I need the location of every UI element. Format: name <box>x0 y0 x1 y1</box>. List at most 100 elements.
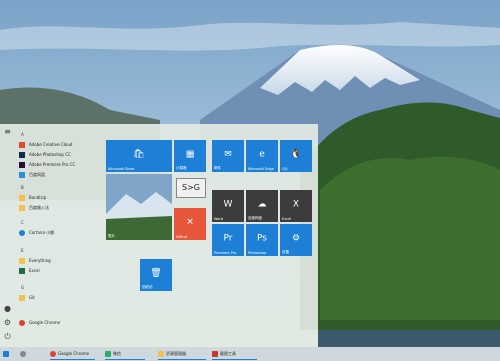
tile-label: Word <box>214 217 223 221</box>
adobe-icon <box>19 142 25 148</box>
user-icon[interactable]: ● <box>3 304 12 313</box>
tile-store[interactable]: 🛍 Microsoft Store <box>106 140 172 172</box>
excel-icon: X <box>292 199 300 210</box>
app-item[interactable]: Adobe Photoshop CC <box>16 150 102 160</box>
tile-label: Photoshop <box>248 251 267 255</box>
tile-settings[interactable]: ⚙ 设置 <box>280 224 312 256</box>
tile-baidu-netdisk[interactable]: ☁ 百度网盘 <box>246 190 278 222</box>
settings-icon[interactable]: ⚙ <box>3 318 12 327</box>
tile-sg[interactable]: S>G <box>174 174 206 206</box>
tile-label: Excel <box>282 217 292 221</box>
taskbar-chrome[interactable]: Google Chrome <box>50 349 95 360</box>
app-label: Bandizip <box>29 195 47 200</box>
search-icon <box>20 351 26 357</box>
hamburger-icon[interactable]: ≡ <box>3 127 12 136</box>
taskbar-label: 截图工具 <box>220 351 236 356</box>
photoshop-icon <box>19 152 25 158</box>
start-menu: ≡ ● ⚙ ⏻ A Adobe Creative Cloud Adobe Pho… <box>0 124 318 347</box>
tile-label: 邮件 <box>214 166 221 170</box>
tile-mail[interactable]: ✉ 邮件 <box>212 140 244 172</box>
tile-word[interactable]: W Word <box>212 190 244 222</box>
folder-icon <box>19 295 25 301</box>
letter-header[interactable]: C <box>21 220 24 225</box>
app-item[interactable]: Bandizip <box>16 193 102 203</box>
app-item[interactable]: Git <box>16 293 102 303</box>
power-icon[interactable]: ⏻ <box>3 332 12 341</box>
chrome-icon <box>19 320 25 326</box>
taskbar-wechat[interactable]: 微信 <box>105 349 145 360</box>
tile-label: 设置 <box>282 250 289 254</box>
letter-header[interactable]: E <box>21 248 24 253</box>
premiere-icon: Pr <box>223 233 233 244</box>
folder-icon <box>19 195 25 201</box>
edge-icon: e <box>259 149 265 160</box>
search-icon <box>19 258 25 264</box>
app-item[interactable]: Adobe Premiere Pro CC <box>16 160 102 170</box>
taskbar-snip[interactable]: 截图工具 <box>212 349 257 360</box>
recycle-bin-icon: 🗑 <box>150 268 162 279</box>
app-item[interactable]: Cortana 小娜 <box>16 228 102 238</box>
tile-label: Microsoft Edge <box>248 167 274 171</box>
app-label: 百度网盘 <box>29 172 45 177</box>
app-item[interactable]: 百度输入法 <box>16 203 102 213</box>
store-icon: 🛍 <box>133 149 145 160</box>
tile-label: XMind <box>176 235 187 239</box>
tile-label: 计算器 <box>176 166 187 170</box>
xmind-icon: ✕ <box>186 217 194 228</box>
letter-header[interactable]: G <box>21 285 24 290</box>
app-label: Git <box>29 295 35 300</box>
start-rail: ≡ ● ⚙ ⏻ <box>0 124 15 347</box>
taskbar-label: 微信 <box>113 351 121 356</box>
excel-icon <box>19 268 25 274</box>
photoshop-icon: Ps <box>257 233 267 244</box>
cortana-icon <box>19 230 25 236</box>
cloud-icon <box>19 172 25 178</box>
app-item[interactable]: Adobe Creative Cloud <box>16 140 102 150</box>
taskbar-label: 资源管理器 <box>166 351 186 356</box>
folder-icon <box>158 351 164 357</box>
tile-label: Premiere Pro <box>214 251 237 255</box>
taskbar-label: Google Chrome <box>58 351 90 356</box>
app-item[interactable]: Excel <box>16 266 102 276</box>
tile-label: 百度网盘 <box>248 216 262 220</box>
tile-label: 照片 <box>108 234 115 238</box>
app-label: Adobe Creative Cloud <box>29 142 73 147</box>
tile-label: 回收站 <box>142 285 153 289</box>
taskbar-explorer[interactable]: 资源管理器 <box>158 349 206 360</box>
folder-icon <box>19 205 25 211</box>
app-item[interactable]: Google Chrome <box>16 318 102 328</box>
windows-icon <box>3 351 9 357</box>
letter-header[interactable]: B <box>21 185 24 190</box>
tile-recycle-bin[interactable]: 🗑 回收站 <box>140 259 172 291</box>
app-label: Adobe Photoshop CC <box>29 152 71 157</box>
tile-premiere[interactable]: Pr Premiere Pro <box>212 224 244 256</box>
premiere-icon <box>19 162 25 168</box>
tile-qq[interactable]: 🐧 QQ <box>280 140 312 172</box>
word-icon: W <box>223 199 233 210</box>
snip-icon <box>212 351 218 357</box>
tile-photos[interactable]: 照片 <box>106 174 172 240</box>
tile-excel[interactable]: X Excel <box>280 190 312 222</box>
tile-photoshop[interactable]: Ps Photoshop <box>246 224 278 256</box>
qq-icon: 🐧 <box>290 149 302 160</box>
chrome-icon <box>50 351 56 357</box>
sg-icon: S>G <box>176 178 206 198</box>
app-label: Everything <box>29 258 51 263</box>
app-label: Excel <box>29 268 40 273</box>
settings-icon: ⚙ <box>291 233 301 244</box>
tile-calculator[interactable]: ▦ 计算器 <box>174 140 206 172</box>
wechat-icon <box>105 351 111 357</box>
letter-header[interactable]: A <box>21 132 24 137</box>
app-item[interactable]: Everything <box>16 256 102 266</box>
app-item[interactable]: 百度网盘 <box>16 170 102 180</box>
tile-xmind[interactable]: ✕ XMind <box>174 208 206 240</box>
taskbar-search[interactable] <box>20 349 28 359</box>
tile-label: QQ <box>282 167 288 171</box>
app-label: Adobe Premiere Pro CC <box>29 162 76 167</box>
start-button[interactable] <box>3 349 11 359</box>
cloud-icon: ☁ <box>257 199 267 210</box>
calculator-icon: ▦ <box>185 149 195 160</box>
app-label: Google Chrome <box>29 320 61 325</box>
tile-edge[interactable]: e Microsoft Edge <box>246 140 278 172</box>
photos-icon <box>106 174 172 240</box>
